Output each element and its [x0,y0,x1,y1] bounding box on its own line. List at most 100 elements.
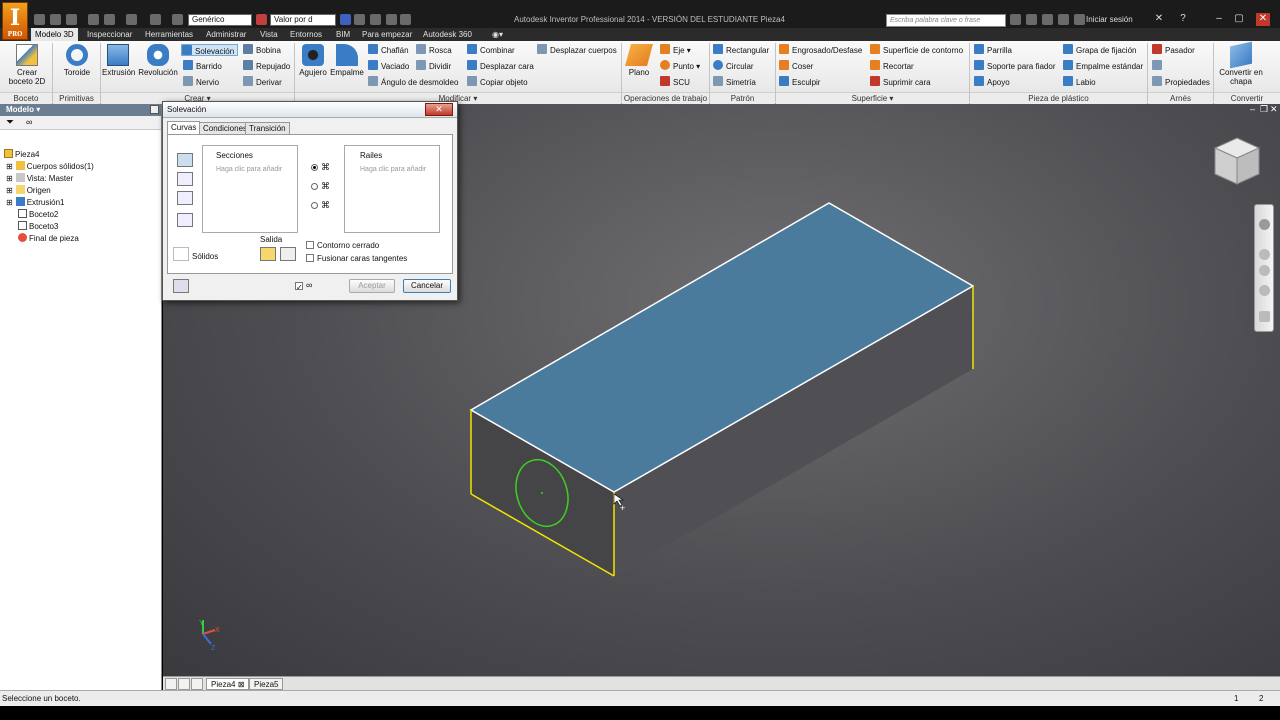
derive-button[interactable]: Derivar [243,76,282,88]
user-icon[interactable] [1074,14,1085,25]
preview-checkbox[interactable]: ✓ [295,282,303,292]
combine-button[interactable]: Combinar [467,44,515,56]
fillet-button[interactable]: Empalme [330,44,364,77]
rest-button[interactable]: Soporte para fiador [974,60,1056,72]
ucs-button[interactable]: SCU [660,76,690,88]
closed-loop-checkbox[interactable] [306,241,314,249]
lip-button[interactable]: Labio [1063,76,1096,88]
tree-item-boceto2[interactable]: Boceto2 [18,209,58,221]
tile-view-icon[interactable] [165,678,177,690]
tab-entornos[interactable]: Entornos [290,28,322,41]
revolution-button[interactable]: Revolución [138,44,178,77]
move-bodies-button[interactable]: Desplazar cuerpos [537,44,617,56]
tab-bim[interactable]: BIM [336,28,350,41]
appearance-icon[interactable] [256,14,267,25]
rib-button[interactable]: Nervio [183,76,219,88]
pan-icon[interactable] [1259,249,1270,260]
properties-button[interactable]: Propiedades [1152,76,1210,88]
tab-vista[interactable]: Vista [260,28,278,41]
trim-button[interactable]: Recortar [870,60,914,72]
doc-tab-pieza4[interactable]: Pieza4 ⊠ [206,678,250,690]
ribbon-toggle-icon[interactable]: ◉▾ [492,28,503,41]
signin-link[interactable]: Iniciar sesión [1086,15,1133,24]
navigation-bar[interactable] [1254,204,1274,332]
orbit-icon[interactable] [1259,285,1270,296]
shell-button[interactable]: Vaciado [368,60,409,72]
material-combo[interactable]: Genérico [188,14,252,26]
point-mapping-icon[interactable] [177,213,193,227]
extrusion-button[interactable]: Extrusión [102,44,135,77]
redo-icon[interactable] [104,14,115,25]
create-sketch-button[interactable]: Crear boceto 2D [6,44,48,86]
accept-button[interactable]: Aceptar [349,279,395,293]
new-file-icon[interactable] [34,14,45,25]
tab-administrar[interactable]: Administrar [206,28,246,41]
draft-button[interactable]: Ángulo de desmoldeo [368,76,458,88]
tree-item-view-master[interactable]: ⊞ Vista: Master [6,173,73,185]
undo-icon[interactable] [88,14,99,25]
mirror-button[interactable]: Simetría [713,76,756,88]
search-input[interactable]: Escriba palabra clave o frase [886,14,1006,27]
save-icon[interactable] [66,14,77,25]
tree-item-origin[interactable]: ⊞ Origen [6,185,51,197]
browser-close-icon[interactable] [150,105,159,114]
delete-face-button[interactable]: Suprimir cara [870,76,931,88]
sweep-button[interactable]: Barrido [183,60,222,72]
doc-tab-pieza5[interactable]: Pieza5 [249,678,284,690]
circular-pattern-button[interactable]: Circular [713,60,754,72]
filter-icon[interactable]: ⏷ [6,117,14,128]
axis-button[interactable]: Eje ▾ [660,44,691,56]
help-button[interactable]: ? [1176,13,1190,26]
convert-sheetmetal-button[interactable]: Convertir en chapa [1216,41,1266,86]
pin-button[interactable]: Pasador [1152,44,1195,56]
rails-radio[interactable] [311,164,318,171]
maximize-button[interactable]: ▢ [1232,13,1246,26]
measure-icon[interactable] [386,14,397,25]
boundary-patch-button[interactable]: Superficie de contorno [870,44,963,56]
tab-autodesk-360[interactable]: Autodesk 360 [423,28,472,41]
browser-header[interactable]: Modelo ▾ [0,104,161,116]
point-button[interactable]: Punto ▾ [660,60,700,72]
tab-herramientas[interactable]: Herramientas [145,28,193,41]
minimize-button[interactable]: – [1212,13,1226,26]
rule-fillet-button[interactable]: Empalme estándar [1063,60,1143,72]
look-at-icon[interactable] [1259,311,1270,322]
steering-wheel-icon[interactable] [1259,219,1270,230]
exchange-close-icon[interactable]: ✕ [1152,13,1166,26]
rails-select-icon[interactable] [177,172,193,186]
tools-icon[interactable] [1026,14,1037,25]
center-line-icon[interactable] [177,191,193,205]
viewport-close-button[interactable]: ✕ [1270,104,1278,115]
help-icon[interactable] [173,279,189,293]
clear-appearance-icon[interactable] [354,14,365,25]
project-icon[interactable] [126,14,137,25]
sections-select-icon[interactable] [177,153,193,167]
tab-modelo-3d[interactable]: Modelo 3D [31,28,78,41]
group-superficie[interactable]: Superficie ▾ [776,92,969,104]
viewport-minimize-button[interactable]: – [1250,104,1255,114]
tree-item-part[interactable]: Pieza4 [4,149,39,161]
app-logo[interactable]: I PRO [2,2,28,40]
doc-tab-close-icon[interactable]: ⊠ [238,680,245,689]
tree-item-solid-bodies[interactable]: ⊞ Cuerpos sólidos(1) [6,161,94,173]
zoom-icon[interactable] [1259,265,1270,276]
dialog-title-bar[interactable]: Solevación ✕ [163,102,457,118]
output-surface-button[interactable] [280,247,296,261]
select-icon[interactable] [172,14,183,25]
tab-para-empezar[interactable]: Para empezar [362,28,412,41]
cascade-view-icon[interactable] [178,678,190,690]
rails-list[interactable] [344,145,440,233]
viewport-restore-button[interactable]: ❐ [1260,104,1268,115]
copy-object-button[interactable]: Copiar objeto [467,76,528,88]
favorites-icon[interactable] [1058,14,1069,25]
hole-button[interactable]: Agujero [297,44,329,77]
close-button[interactable]: ✕ [1256,13,1270,26]
snap-fit-button[interactable]: Grapa de fijación [1063,44,1136,56]
cancel-button[interactable]: Cancelar [403,279,451,293]
split-button[interactable]: Dividir [416,60,451,72]
tree-item-boceto3[interactable]: Boceto3 [18,221,58,233]
harness-icon-button[interactable] [1152,60,1165,72]
solids-select-icon[interactable] [173,247,189,261]
viewcube[interactable] [1211,134,1263,190]
stitch-button[interactable]: Coser [779,60,813,72]
